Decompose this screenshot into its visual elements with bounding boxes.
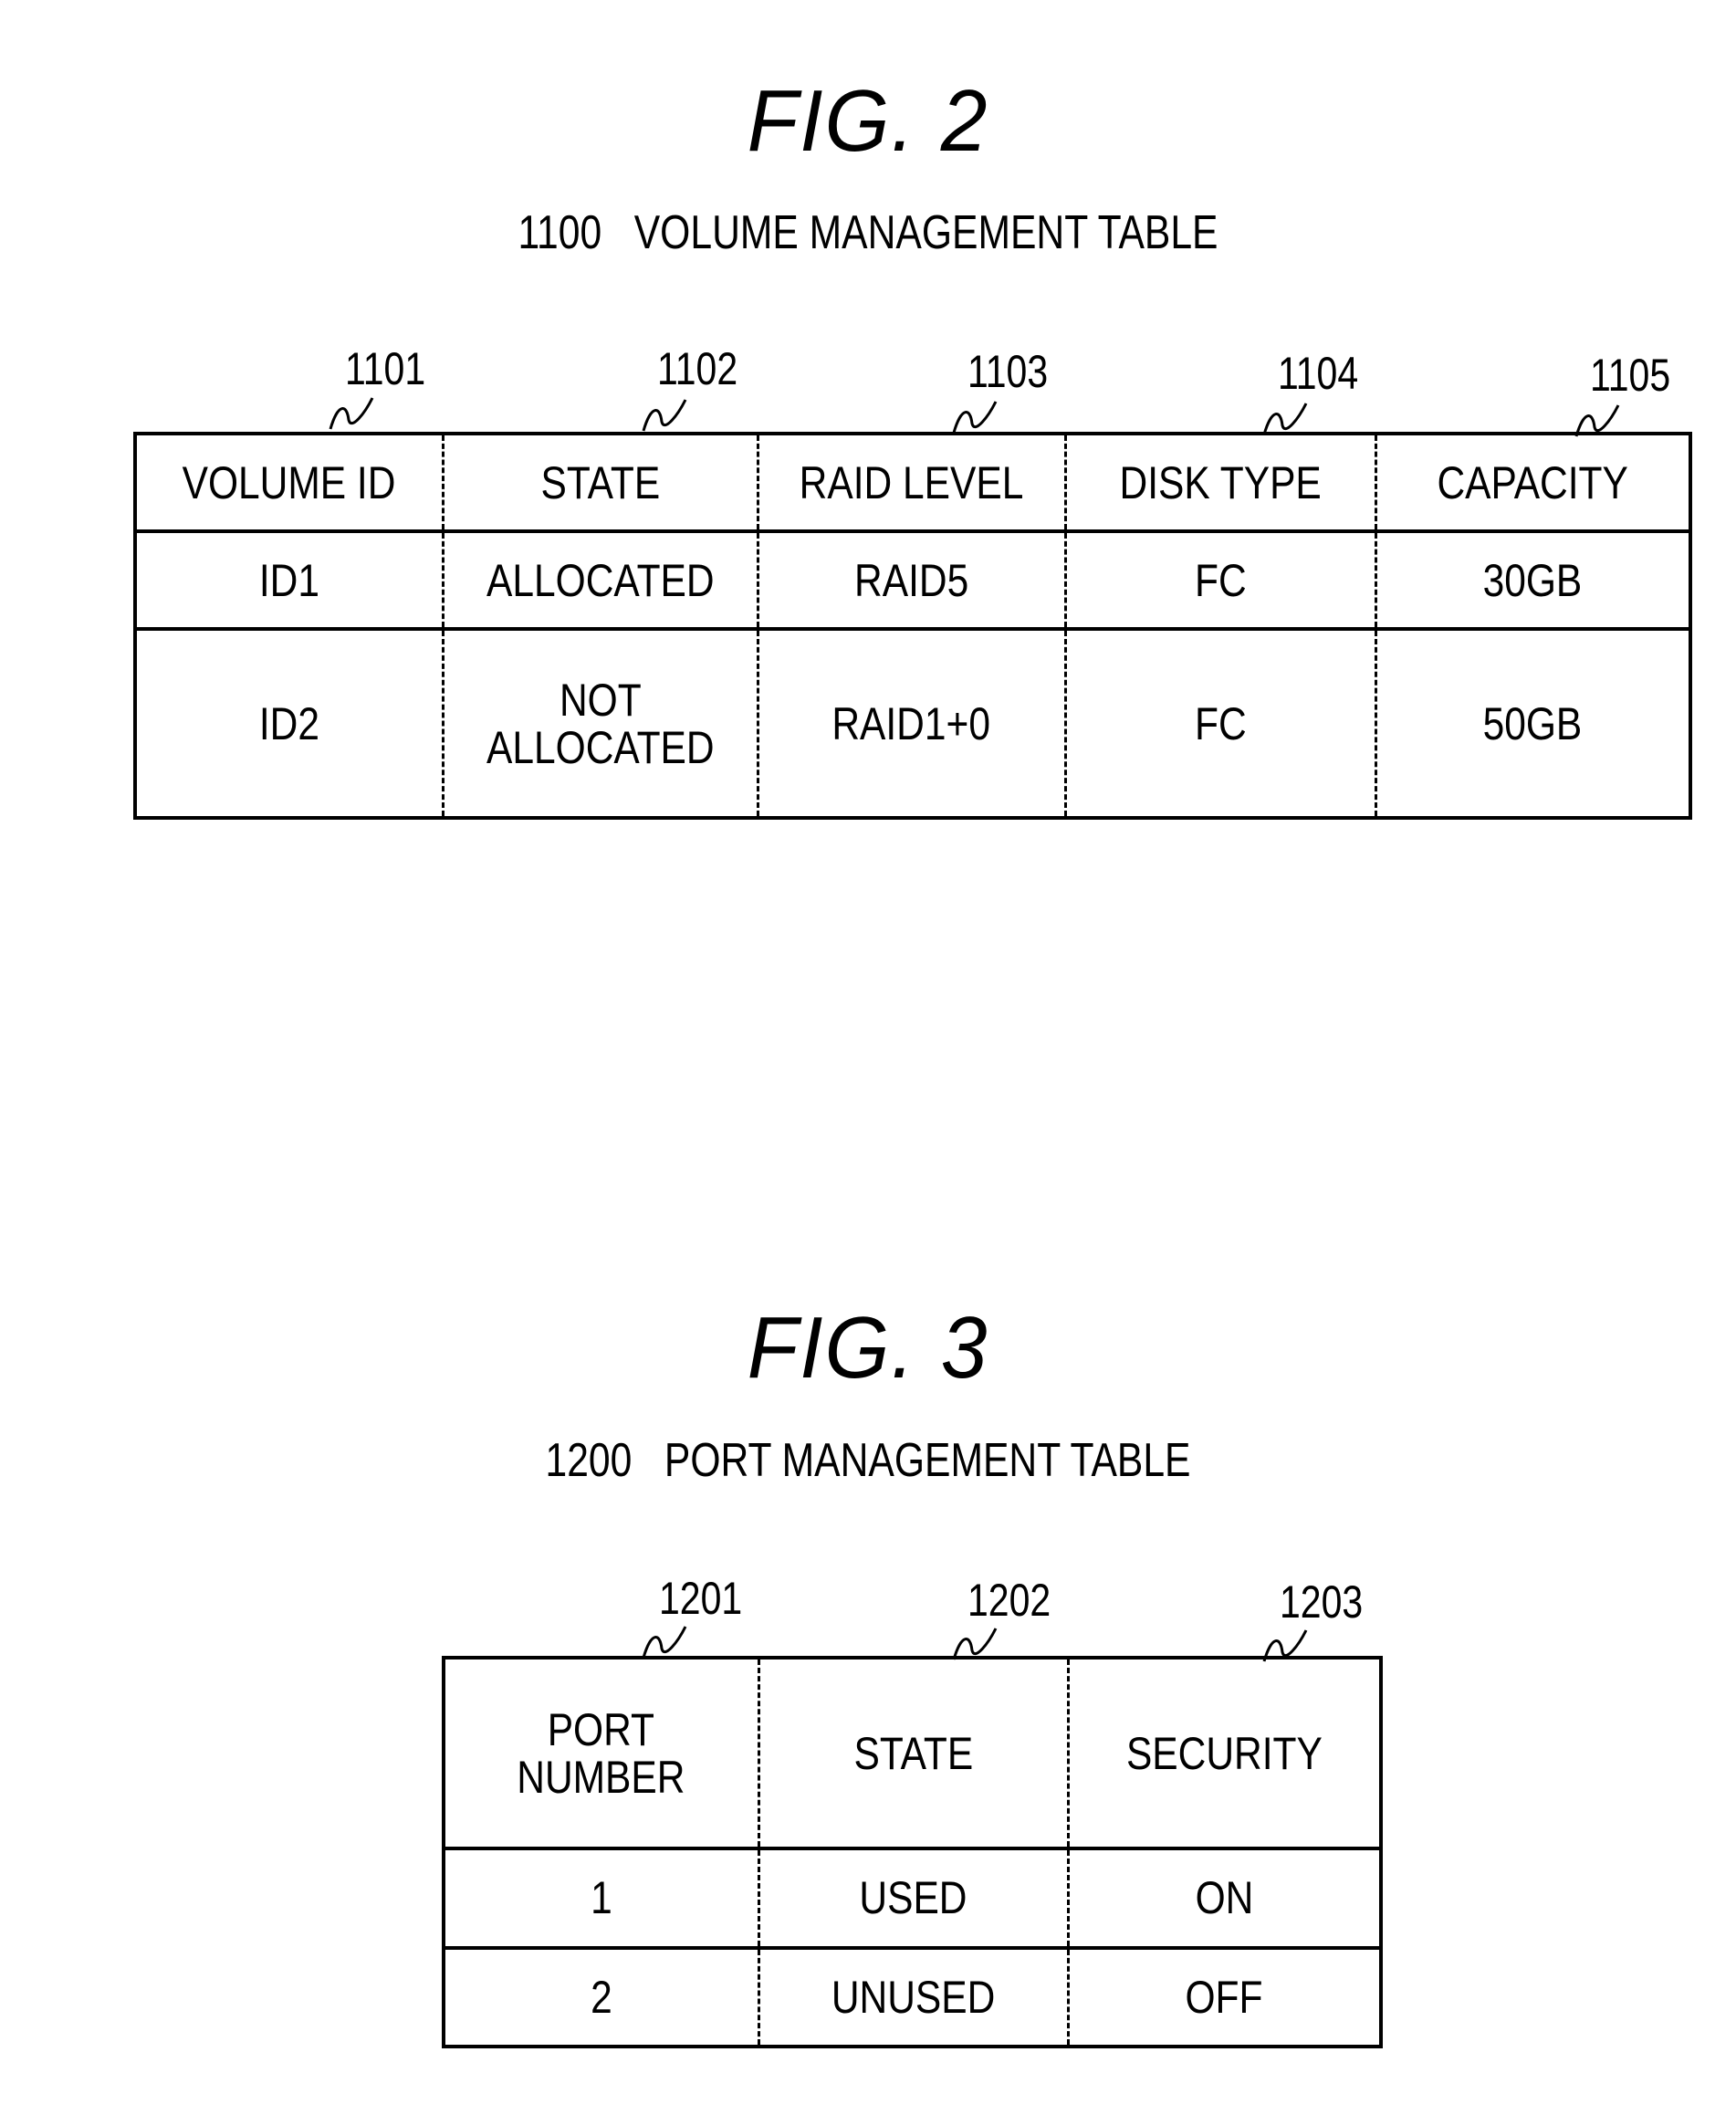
column-ref-1202: 1202 xyxy=(967,1575,1051,1626)
header-cell: PORT NUMBER xyxy=(442,1655,760,1851)
leader-line-icon xyxy=(642,399,687,432)
port-management-table: PORT NUMBER STATE SECURITY 1 USED ON 2 U… xyxy=(442,1655,1383,2049)
header-cell: RAID LEVEL xyxy=(756,431,1067,534)
table-row: ID1 ALLOCATED RAID5 FC 30GB xyxy=(133,529,1692,632)
table-row: 1 USED ON xyxy=(442,1847,1383,1950)
table-cell: ON xyxy=(1066,1847,1383,1950)
header-cell: SECURITY xyxy=(1066,1655,1383,1851)
table-cell: NOT ALLOCATED xyxy=(441,627,759,820)
table-row: ID2 NOT ALLOCATED RAID1+0 FC 50GB xyxy=(133,627,1692,820)
table-cell: ID2 xyxy=(133,627,444,820)
table-row: 2 UNUSED OFF xyxy=(442,1945,1383,2049)
figure-3-title: FIG. 3 xyxy=(747,1299,989,1397)
table-header-row: PORT NUMBER STATE SECURITY xyxy=(442,1655,1383,1851)
volume-management-table: VOLUME ID STATE RAID LEVEL DISK TYPE CAP… xyxy=(133,431,1692,820)
column-ref-1201: 1201 xyxy=(659,1573,743,1624)
leader-line-icon xyxy=(952,401,998,434)
header-cell: STATE xyxy=(757,1655,1070,1851)
header-cell: VOLUME ID xyxy=(133,431,444,534)
column-ref-1101: 1101 xyxy=(345,343,426,394)
header-cell: CAPACITY xyxy=(1374,431,1692,534)
column-ref-1203: 1203 xyxy=(1280,1576,1364,1628)
table-cell: ALLOCATED xyxy=(441,529,759,632)
leader-line-icon xyxy=(642,1626,687,1659)
column-ref-1104: 1104 xyxy=(1278,348,1359,399)
table-cell: ID1 xyxy=(133,529,444,632)
header-cell: DISK TYPE xyxy=(1063,431,1377,534)
table-cell: 1 xyxy=(442,1847,760,1950)
table-cell: 50GB xyxy=(1374,627,1692,820)
table-cell: OFF xyxy=(1066,1945,1383,2049)
table-cell: RAID5 xyxy=(756,529,1067,632)
table-cell: 2 xyxy=(442,1945,760,2049)
figure-3-subtitle: 1200 PORT MANAGEMENT TABLE xyxy=(545,1434,1191,1487)
table-cell: USED xyxy=(757,1847,1070,1950)
table-cell: FC xyxy=(1063,529,1377,632)
table-cell: FC xyxy=(1063,627,1377,820)
table-header-row: VOLUME ID STATE RAID LEVEL DISK TYPE CAP… xyxy=(133,431,1692,534)
column-ref-1105: 1105 xyxy=(1590,350,1671,401)
table-cell: 30GB xyxy=(1374,529,1692,632)
column-ref-1103: 1103 xyxy=(967,346,1049,397)
table-cell: RAID1+0 xyxy=(756,627,1067,820)
leader-line-icon xyxy=(1262,403,1308,435)
leader-line-icon xyxy=(329,397,374,430)
column-ref-1102: 1102 xyxy=(657,343,738,394)
figure-2-title: FIG. 2 xyxy=(747,72,989,170)
table-cell: UNUSED xyxy=(757,1945,1070,2049)
figure-2-subtitle: 1100 VOLUME MANAGEMENT TABLE xyxy=(518,206,1218,259)
header-cell: STATE xyxy=(441,431,759,534)
